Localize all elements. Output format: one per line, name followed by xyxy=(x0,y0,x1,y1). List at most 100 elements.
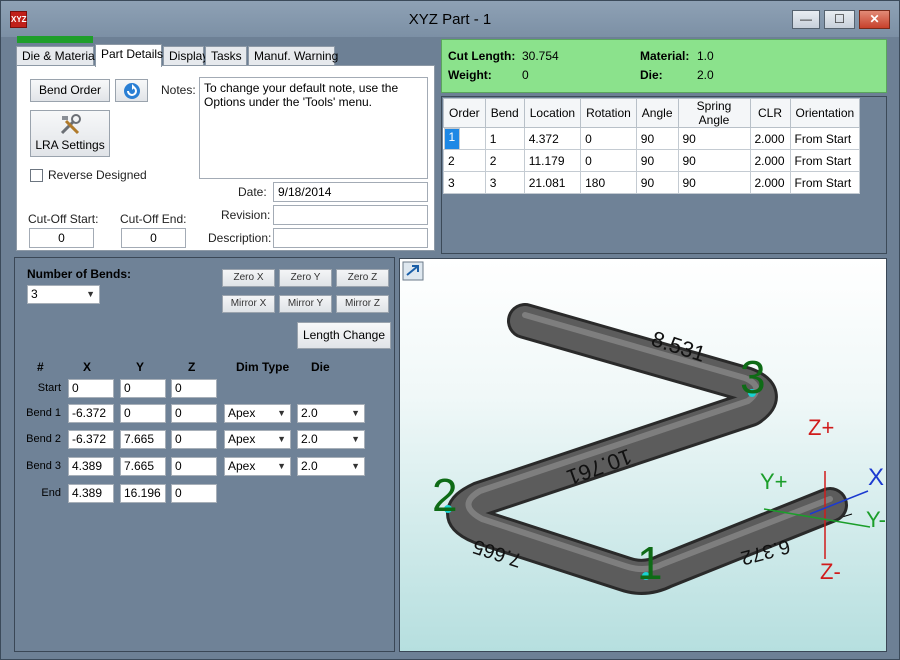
table-cell[interactable]: 4.372 xyxy=(523,127,582,150)
close-button[interactable]: ✕ xyxy=(859,10,890,29)
col-bend[interactable]: Bend xyxy=(484,98,525,128)
bend1-die-select[interactable]: 2.0 ▼ xyxy=(297,404,365,423)
start-x-field[interactable]: 0 xyxy=(68,379,114,398)
title-bar[interactable]: XYZ XYZ Part - 1 — ☐ ✕ xyxy=(1,1,899,37)
tab-part-details[interactable]: Part Details xyxy=(95,44,163,67)
bend1-dim-type-value: Apex xyxy=(228,406,256,420)
tab-tasks[interactable]: Tasks xyxy=(205,46,247,66)
table-cell[interactable]: 2 xyxy=(443,149,486,172)
col-orientation[interactable]: Orientation xyxy=(789,98,861,128)
num-bends-select[interactable]: 3 ▼ xyxy=(27,285,100,304)
table-cell[interactable]: 90 xyxy=(635,171,679,194)
length-change-button[interactable]: Length Change xyxy=(297,322,391,349)
table-cell[interactable]: 90 xyxy=(635,149,679,172)
table-cell[interactable]: From Start xyxy=(789,149,861,172)
table-cell[interactable]: 90 xyxy=(635,127,679,150)
bend-table[interactable]: Order Bend Location Rotation Angle Sprin… xyxy=(443,98,861,194)
bend3-y-field[interactable]: 7.665 xyxy=(120,457,166,476)
tab-manuf-warning[interactable]: Manuf. Warning xyxy=(248,46,338,66)
reverse-designed-label: Reverse Designed xyxy=(48,168,147,182)
table-cell[interactable]: 3 xyxy=(443,171,486,194)
mirror-x-button[interactable]: Mirror X xyxy=(222,295,275,313)
col-spring-angle[interactable]: Spring Angle xyxy=(677,98,751,128)
table-cell[interactable]: 0 xyxy=(580,127,637,150)
table-row[interactable]: 2 2 11.179 0 90 90 2.000 From Start xyxy=(443,149,861,172)
bend1-y-field[interactable]: 0 xyxy=(120,404,166,423)
tab-display[interactable]: Display xyxy=(163,46,208,66)
chevron-down-icon: ▼ xyxy=(86,289,95,299)
maximize-button[interactable]: ☐ xyxy=(824,10,855,29)
table-cell[interactable]: 2 xyxy=(484,149,525,172)
bend1-x-field[interactable]: -6.372 xyxy=(68,404,114,423)
progress-indicator xyxy=(17,36,93,43)
refresh-button[interactable] xyxy=(115,79,148,102)
die-label: Die: xyxy=(640,68,663,82)
notes-textarea[interactable]: To change your default note, use the Opt… xyxy=(199,77,428,179)
bend2-x-field[interactable]: -6.372 xyxy=(68,430,114,449)
bend3-z-field[interactable]: 0 xyxy=(171,457,217,476)
table-cell[interactable]: 3 xyxy=(484,171,525,194)
col-clr[interactable]: CLR xyxy=(749,98,791,128)
col-x-header: X xyxy=(83,360,92,374)
col-angle[interactable]: Angle xyxy=(635,98,679,128)
part-model[interactable]: 3 2 1 8.531 10.761 7.665 6.372 Z+ Z- Y+ … xyxy=(400,259,887,652)
zero-z-button[interactable]: Zero Z xyxy=(336,269,389,287)
table-cell[interactable]: 1 xyxy=(484,127,525,150)
cutoff-start-field[interactable]: 0 xyxy=(29,228,94,248)
date-label: Date: xyxy=(238,185,267,199)
table-row[interactable]: 3 3 21.081 180 90 90 2.000 From Start xyxy=(443,171,861,194)
bend1-z-field[interactable]: 0 xyxy=(171,404,217,423)
table-cell[interactable]: 11.179 xyxy=(523,149,582,172)
start-y-field[interactable]: 0 xyxy=(120,379,166,398)
revision-field[interactable] xyxy=(273,205,428,225)
lra-settings-button[interactable]: LRA Settings xyxy=(30,110,110,157)
bend3-dim-type-select[interactable]: Apex ▼ xyxy=(224,457,291,476)
bend1-dim-type-select[interactable]: Apex ▼ xyxy=(224,404,291,423)
view-reset-icon[interactable] xyxy=(402,261,424,281)
mirror-z-button[interactable]: Mirror Z xyxy=(336,295,389,313)
bend-3-label: 3 xyxy=(740,351,766,403)
table-cell[interactable]: 90 xyxy=(677,149,751,172)
bend-order-button[interactable]: Bend Order xyxy=(30,79,110,102)
bend-2-label: 2 xyxy=(432,469,458,521)
3d-viewport[interactable]: 3 2 1 8.531 10.761 7.665 6.372 Z+ Z- Y+ … xyxy=(399,258,887,652)
col-rotation[interactable]: Rotation xyxy=(580,98,637,128)
table-cell[interactable]: 2.000 xyxy=(749,127,791,150)
col-location[interactable]: Location xyxy=(523,98,582,128)
table-cell[interactable]: From Start xyxy=(789,171,861,194)
table-cell[interactable]: 90 xyxy=(677,171,751,194)
zero-y-button[interactable]: Zero Y xyxy=(279,269,332,287)
table-cell[interactable]: From Start xyxy=(789,127,861,150)
end-x-field[interactable]: 4.389 xyxy=(68,484,114,503)
table-cell[interactable]: 90 xyxy=(677,127,751,150)
table-cell[interactable]: 0 xyxy=(580,149,637,172)
bend2-dim-type-select[interactable]: Apex ▼ xyxy=(224,430,291,449)
revision-label: Revision: xyxy=(221,208,271,222)
table-cell[interactable]: 1 xyxy=(443,128,461,150)
bend3-x-field[interactable]: 4.389 xyxy=(68,457,114,476)
zero-x-button[interactable]: Zero X xyxy=(222,269,275,287)
table-cell[interactable]: 180 xyxy=(580,171,637,194)
minimize-button[interactable]: — xyxy=(792,10,820,29)
table-cell[interactable]: 2.000 xyxy=(749,149,791,172)
bend2-die-select[interactable]: 2.0 ▼ xyxy=(297,430,365,449)
table-cell[interactable]: 2.000 xyxy=(749,171,791,194)
tab-die-material[interactable]: Die & Material xyxy=(16,46,97,66)
bend2-z-field[interactable]: 0 xyxy=(171,430,217,449)
bend1-die-value: 2.0 xyxy=(301,406,318,420)
cut-length-label: Cut Length: xyxy=(448,49,516,63)
mirror-y-button[interactable]: Mirror Y xyxy=(279,295,332,313)
date-field[interactable]: 9/18/2014 xyxy=(273,182,428,202)
table-cell[interactable]: 21.081 xyxy=(523,171,582,194)
end-z-field[interactable]: 0 xyxy=(171,484,217,503)
row-label-bend-2: Bend 2 xyxy=(26,433,61,445)
col-order[interactable]: Order xyxy=(443,98,486,128)
reverse-designed-checkbox[interactable] xyxy=(30,169,43,182)
table-row[interactable]: 1 1 4.372 0 90 90 2.000 From Start xyxy=(443,127,861,150)
bend2-y-field[interactable]: 7.665 xyxy=(120,430,166,449)
start-z-field[interactable]: 0 xyxy=(171,379,217,398)
cutoff-end-field[interactable]: 0 xyxy=(121,228,186,248)
end-y-field[interactable]: 16.196 xyxy=(120,484,166,503)
description-field[interactable] xyxy=(273,228,428,248)
bend3-die-select[interactable]: 2.0 ▼ xyxy=(297,457,365,476)
